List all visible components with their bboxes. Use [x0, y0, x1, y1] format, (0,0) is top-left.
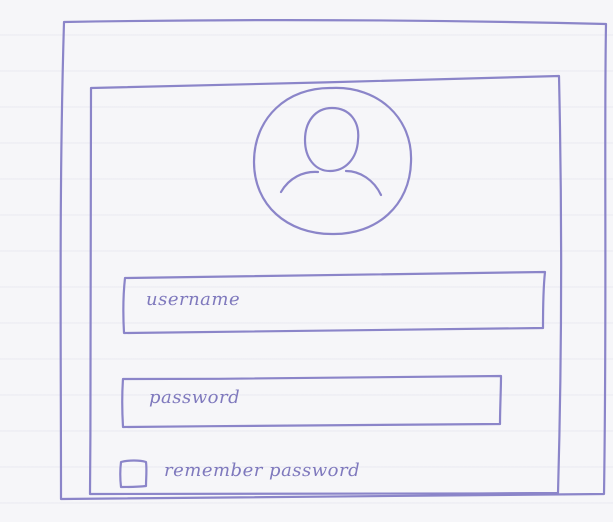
user-avatar-icon [252, 88, 414, 236]
wireframe-sketch [59, 18, 608, 501]
username-input[interactable]: username [124, 273, 544, 329]
username-placeholder: username [146, 289, 241, 310]
remember-password-checkbox[interactable] [120, 458, 146, 486]
password-placeholder: password [149, 387, 241, 408]
password-input[interactable]: password [121, 374, 501, 426]
remember-password-label: remember password [164, 460, 361, 481]
